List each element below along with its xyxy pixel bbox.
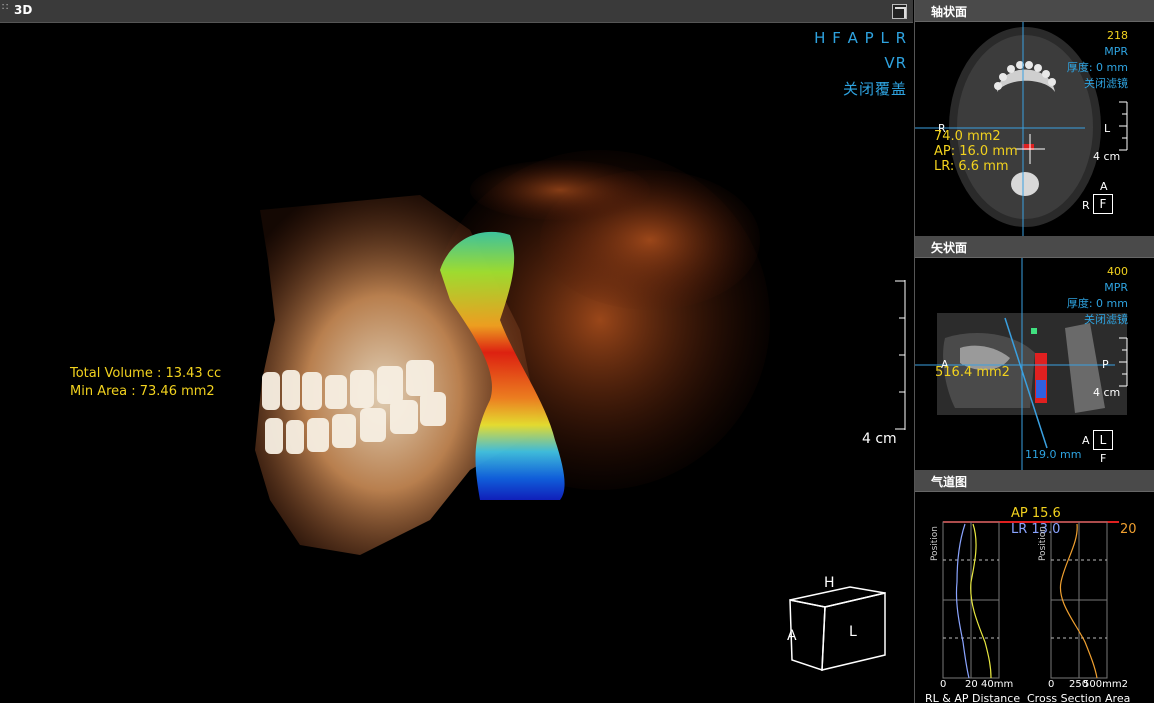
axial-lr: LR: 6.6 mm: [934, 159, 1009, 174]
chart1-tick-2: 40mm: [981, 679, 1014, 690]
axial-panel[interactable]: 轴状面 218 MPR 厚度: 0 mm 关闭滤镜 R L 74.0 mm2 A: [914, 0, 1154, 236]
sagittal-orientation-box[interactable]: L: [1093, 430, 1113, 450]
sagittal-length: 119.0 mm: [1025, 448, 1082, 461]
axial-thickness[interactable]: 厚度: 0 mm: [1067, 60, 1128, 76]
sagittal-thickness[interactable]: 厚度: 0 mm: [1067, 296, 1128, 312]
sagittal-scale-label: 4 cm: [1093, 386, 1121, 399]
cube-label-h: H: [824, 575, 835, 591]
axial-header: 轴状面: [915, 0, 1154, 22]
sagittal-info: 400 MPR 厚度: 0 mm 关闭滤镜: [1067, 264, 1128, 328]
axial-bottom-marker: A: [1100, 180, 1108, 193]
sagittal-title: 矢状面: [931, 241, 968, 255]
sagittal-slice-number: 400: [1107, 265, 1128, 278]
3d-viewport[interactable]: ∷ 3D H F A P L R VR 关闭覆盖 Total Volume: …: [0, 0, 913, 703]
sagittal-right-marker: P: [1102, 358, 1109, 371]
axial-slice-number: 218: [1107, 29, 1128, 42]
axial-box-left: R: [1082, 199, 1090, 212]
chart2-tick-0: 0: [1048, 679, 1055, 690]
sagittal-mode[interactable]: MPR: [1067, 280, 1128, 296]
chart2-footer: Cross Section Area: [1027, 692, 1131, 703]
sagittal-filter[interactable]: 关闭滤镜: [1067, 312, 1128, 328]
chart1-tick-1: 20: [965, 679, 978, 690]
total-volume-text: Total Volume : 13.43 cc: [70, 366, 222, 381]
chart1-y-label: Position: [930, 526, 940, 562]
axial-mode[interactable]: MPR: [1067, 44, 1128, 60]
chart1-footer: RL & AP Distance: [925, 692, 1021, 703]
cube-label-l: L: [849, 624, 857, 640]
skull-volume-render: [255, 150, 770, 555]
orientation-cube[interactable]: [780, 575, 900, 675]
airway-profile-charts: [942, 521, 1119, 679]
cube-label-a: A: [787, 628, 797, 644]
axial-right-marker: L: [1104, 122, 1111, 135]
sagittal-bottom-marker: F: [1100, 452, 1107, 465]
airway-header: 气道图: [915, 470, 1154, 492]
min-area-text: Min Area : 73.46 mm2: [70, 384, 215, 399]
axial-measurement: 74.0 mm2 AP: 16.0 mm LR: 6.6 mm: [934, 129, 1018, 174]
axial-scale-label: 4 cm: [1093, 150, 1121, 163]
chart2-tick-2: 500mm2: [1083, 679, 1128, 690]
sagittal-area: 516.4 mm2: [935, 365, 1010, 380]
chart1-tick-0: 0: [940, 679, 947, 690]
volume-measurement: Total Volume : 13.43 cc Min Area : 73.46…: [70, 365, 221, 401]
chart2-y-label: Position: [1038, 526, 1048, 562]
axial-ap: AP: 16.0 mm: [934, 144, 1018, 159]
sagittal-box-left: A: [1082, 434, 1090, 447]
axial-orientation-box[interactable]: F: [1093, 194, 1113, 214]
scale-bar: [895, 280, 906, 430]
airway-panel[interactable]: 气道图 AP 15.6 LR 13.0 20 Position Position…: [914, 470, 1154, 703]
axial-info: 218 MPR 厚度: 0 mm 关闭滤镜: [1067, 28, 1128, 92]
sagittal-panel[interactable]: 矢状面 400 MPR 厚度: 0 mm 关闭滤镜 A P 516.4 mm2 …: [914, 236, 1154, 470]
sagittal-header: 矢状面: [915, 236, 1154, 258]
scale-label: 4 cm: [862, 431, 897, 447]
axial-title: 轴状面: [931, 5, 968, 19]
axial-filter[interactable]: 关闭滤镜: [1067, 76, 1128, 92]
airway-title: 气道图: [931, 475, 968, 489]
axial-area: 74.0 mm2: [934, 129, 1001, 144]
